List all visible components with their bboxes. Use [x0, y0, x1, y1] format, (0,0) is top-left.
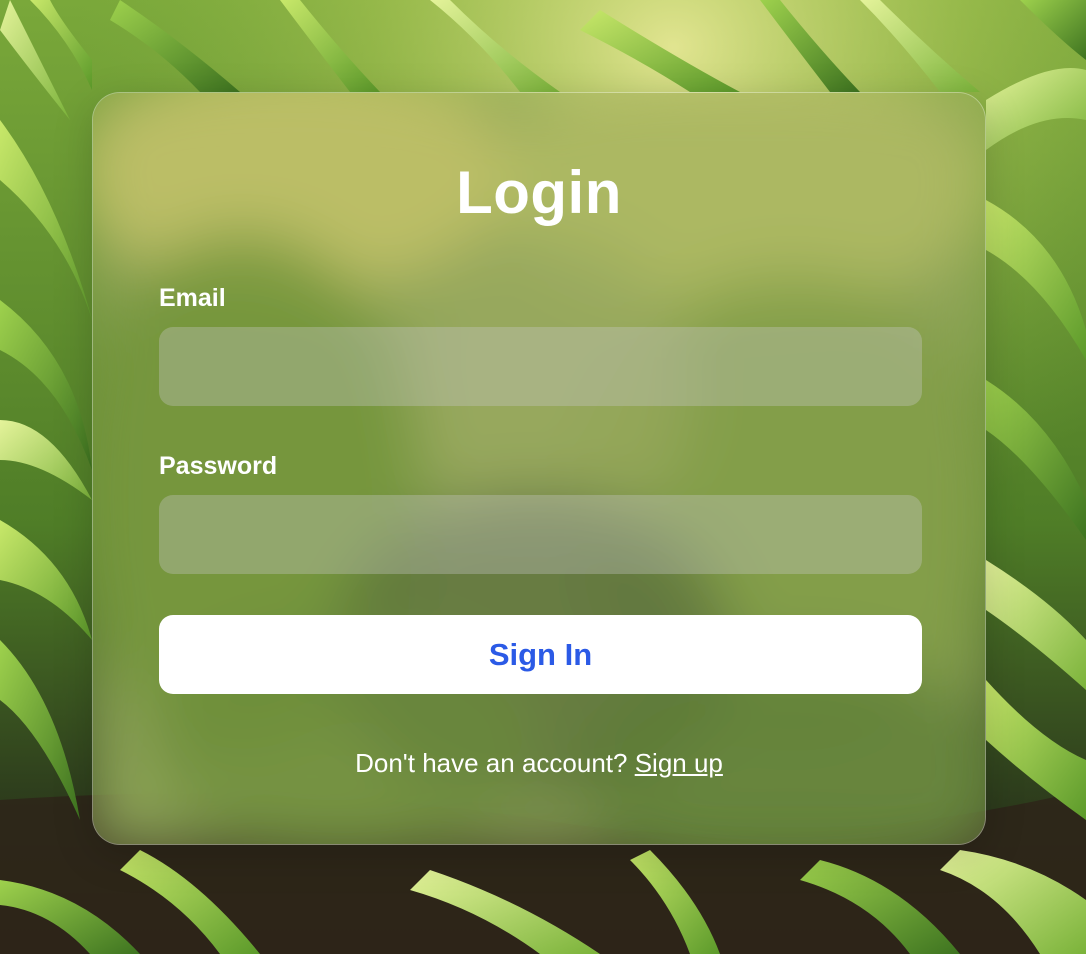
email-input[interactable]	[159, 327, 922, 406]
password-label: Password	[159, 452, 278, 480]
signup-prompt-text: Don't have an account?	[355, 748, 635, 778]
page-title: Login	[456, 159, 622, 226]
sign-up-link[interactable]: Sign up	[635, 748, 723, 778]
login-form: Login Email Password Sign In Don't have …	[93, 93, 985, 844]
signup-prompt-row: Don't have an account? Sign up	[93, 748, 985, 779]
sign-in-button[interactable]: Sign In	[159, 615, 922, 694]
login-page: Login Email Password Sign In Don't have …	[0, 0, 1086, 954]
password-input[interactable]	[159, 495, 922, 574]
login-card: Login Email Password Sign In Don't have …	[92, 92, 986, 845]
email-label: Email	[159, 284, 226, 312]
